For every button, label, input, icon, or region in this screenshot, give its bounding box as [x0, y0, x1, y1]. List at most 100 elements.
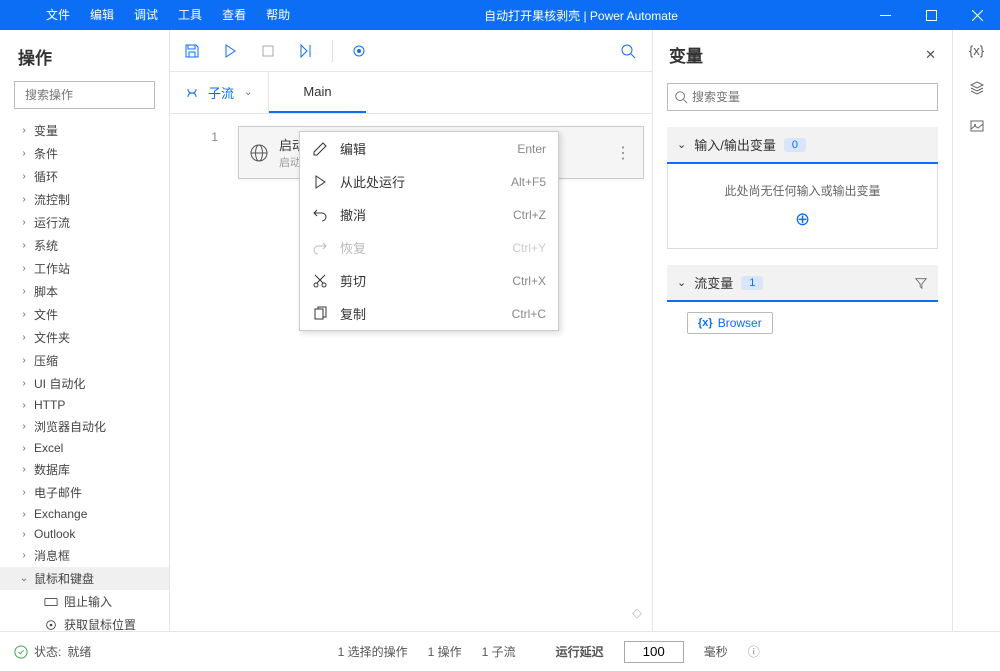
tree-item[interactable]: ›电子邮件 — [0, 481, 169, 504]
ctx-cut[interactable]: 剪切Ctrl+X — [300, 264, 558, 297]
chevron-down-icon: ⌄ — [18, 573, 30, 584]
cut-icon — [312, 273, 328, 289]
edit-icon — [312, 141, 328, 157]
tree-item[interactable]: ›UI 自动化 — [0, 372, 169, 395]
search-button[interactable] — [614, 37, 642, 65]
filter-icon[interactable] — [914, 276, 928, 290]
globe-icon — [249, 143, 269, 163]
minimize-button[interactable] — [862, 0, 908, 30]
check-circle-icon — [14, 645, 28, 659]
title-bar: 文件 编辑 调试 工具 查看 帮助 自动打开果核剥壳 | Power Autom… — [0, 0, 1000, 30]
braces-icon[interactable]: {x} — [967, 40, 987, 60]
toolbar — [170, 30, 652, 72]
window-title: 自动打开果核剥壳 | Power Automate — [300, 7, 862, 24]
tree-item[interactable]: ›Outlook — [0, 524, 169, 544]
info-icon[interactable]: ⓘ — [748, 643, 760, 660]
tree-item[interactable]: ›HTTP — [0, 395, 169, 415]
tree-item[interactable]: ›消息框 — [0, 544, 169, 567]
image-icon[interactable] — [967, 116, 987, 136]
step-button[interactable] — [294, 39, 318, 63]
variables-search[interactable] — [667, 83, 938, 111]
status-actions: 1 操作 — [428, 643, 462, 660]
tree-item[interactable]: ›文件夹 — [0, 326, 169, 349]
tree-item[interactable]: ›压缩 — [0, 349, 169, 372]
actions-panel: 操作 ›变量 ›条件 ›循环 ›流控制 ›运行流 ›系统 ›工作站 ›脚本 ›文… — [0, 30, 170, 631]
workspace: 1 启动 启动 ⋮ 编辑Enter 从此处运行Alt+F5 撤消Ctrl+Z 恢… — [170, 114, 652, 631]
variable-icon: {x} — [698, 317, 713, 329]
actions-search-input[interactable] — [25, 88, 180, 102]
actions-search[interactable] — [14, 81, 155, 109]
menu-help[interactable]: 帮助 — [256, 0, 300, 30]
more-icon[interactable]: ⋮ — [613, 143, 633, 163]
close-button[interactable] — [954, 0, 1000, 30]
delay-input[interactable] — [624, 641, 684, 663]
menu-edit[interactable]: 编辑 — [80, 0, 124, 30]
subflow-icon — [186, 85, 202, 101]
menu-tools[interactable]: 工具 — [168, 0, 212, 30]
tree-item-mouse-keyboard[interactable]: ⌄鼠标和键盘 — [0, 567, 169, 590]
tree-item[interactable]: ›系统 — [0, 234, 169, 257]
tree-item[interactable]: ›循环 — [0, 165, 169, 188]
line-number: 1 — [170, 114, 230, 631]
tree-item[interactable]: ›运行流 — [0, 211, 169, 234]
play-icon — [312, 174, 328, 190]
ctx-redo: 恢复Ctrl+Y — [300, 231, 558, 264]
menu-file[interactable]: 文件 — [36, 0, 80, 30]
tree-item[interactable]: ›变量 — [0, 119, 169, 142]
stop-button[interactable] — [256, 39, 280, 63]
variables-panel: 变量 ✕ ⌄ 输入/输出变量 0 此处尚无任何输入或输出变量 ⊕ — [652, 30, 952, 631]
status-label: 状态: — [34, 643, 61, 660]
action-card[interactable]: 启动 启动 ⋮ 编辑Enter 从此处运行Alt+F5 撤消Ctrl+Z 恢复C… — [238, 126, 644, 179]
variable-chip[interactable]: {x} Browser — [687, 312, 773, 334]
record-button[interactable] — [347, 39, 371, 63]
tree-item[interactable]: ›Exchange — [0, 504, 169, 524]
flow-count-badge: 1 — [741, 276, 763, 290]
io-vars-header[interactable]: ⌄ 输入/输出变量 0 — [667, 127, 938, 164]
tree-item[interactable]: ›工作站 — [0, 257, 169, 280]
actions-tree: ›变量 ›条件 ›循环 ›流控制 ›运行流 ›系统 ›工作站 ›脚本 ›文件 ›… — [0, 119, 169, 631]
layers-icon[interactable] — [967, 78, 987, 98]
tree-item[interactable]: ›浏览器自动化 — [0, 415, 169, 438]
tree-item[interactable]: ›流控制 — [0, 188, 169, 211]
tree-item[interactable]: ›条件 — [0, 142, 169, 165]
status-value: 就绪 — [67, 643, 91, 660]
tree-item[interactable]: ›脚本 — [0, 280, 169, 303]
save-button[interactable] — [180, 39, 204, 63]
status-selected: 1 选择的操作 — [338, 643, 408, 660]
maximize-button[interactable] — [908, 0, 954, 30]
menu-view[interactable]: 查看 — [212, 0, 256, 30]
add-io-var-button[interactable]: ⊕ — [686, 209, 919, 230]
ctx-copy[interactable]: 复制Ctrl+C — [300, 297, 558, 330]
menu-debug[interactable]: 调试 — [124, 0, 168, 30]
io-count-badge: 0 — [784, 138, 806, 152]
tree-sub-block-input[interactable]: 阻止输入 — [0, 590, 169, 613]
chevron-down-icon: ⌄ — [244, 87, 252, 98]
tree-item[interactable]: ›文件 — [0, 303, 169, 326]
redo-icon — [312, 240, 328, 256]
search-icon — [620, 43, 636, 59]
tree-sub-get-mouse[interactable]: 获取鼠标位置 — [0, 613, 169, 631]
variables-search-input[interactable] — [692, 90, 931, 104]
eraser-icon[interactable]: ◇ — [632, 605, 642, 621]
variables-title: 变量 — [669, 42, 925, 67]
io-vars-empty: 此处尚无任何输入或输出变量 ⊕ — [667, 164, 938, 249]
ctx-run-from-here[interactable]: 从此处运行Alt+F5 — [300, 165, 558, 198]
main-menu: 文件 编辑 调试 工具 查看 帮助 — [36, 0, 300, 30]
tree-item[interactable]: ›数据库 — [0, 458, 169, 481]
tree-item[interactable]: ›Excel — [0, 438, 169, 458]
tab-main[interactable]: Main — [269, 72, 365, 113]
chevron-down-icon: ⌄ — [677, 138, 686, 151]
close-panel-button[interactable]: ✕ — [925, 47, 936, 63]
run-button[interactable] — [218, 39, 242, 63]
target-icon — [44, 618, 58, 632]
undo-icon — [312, 207, 328, 223]
search-icon — [674, 90, 688, 104]
right-icon-rail: {x} — [952, 30, 1000, 631]
ctx-undo[interactable]: 撤消Ctrl+Z — [300, 198, 558, 231]
chevron-down-icon: ⌄ — [677, 276, 686, 289]
subflow-button[interactable]: 子流 ⌄ — [170, 72, 269, 113]
ctx-edit[interactable]: 编辑Enter — [300, 132, 558, 165]
keyboard-icon — [44, 595, 58, 609]
flow-vars-header[interactable]: ⌄ 流变量 1 — [667, 265, 938, 302]
actions-title: 操作 — [0, 30, 169, 79]
